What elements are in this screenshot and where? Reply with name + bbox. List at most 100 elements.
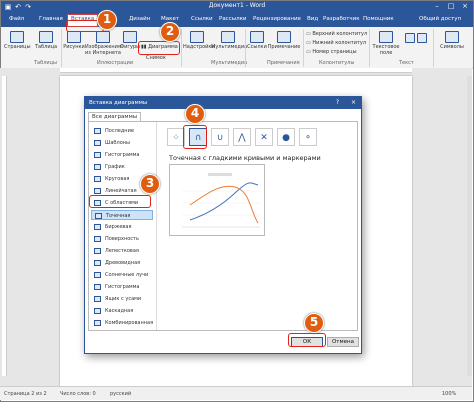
chart-type-label: Линейчатая xyxy=(105,188,137,194)
status-lang: русский xyxy=(110,391,132,397)
tab-all-charts[interactable]: Все диаграммы xyxy=(88,112,142,121)
cancel-button[interactable]: Отмена xyxy=(327,337,359,347)
chart-type-label: Древовидная xyxy=(105,260,141,266)
bubble-3d-icon[interactable]: ⚬ xyxy=(299,128,317,146)
tab-home[interactable]: Главная xyxy=(39,16,63,22)
chart-type-item[interactable]: График xyxy=(91,162,153,172)
chart-type-item[interactable]: Гистограмма xyxy=(91,150,153,160)
preview-svg xyxy=(182,173,260,228)
chart-type-label: Гистограмма xyxy=(105,284,140,290)
step-marker-4: 4 xyxy=(185,104,205,124)
chart-type-label: Каскадная xyxy=(105,308,134,314)
comment-button[interactable]: Примечание xyxy=(267,31,301,50)
group-text: Текст xyxy=(399,60,414,66)
chart-preview xyxy=(169,164,265,236)
tab-view[interactable]: Вид xyxy=(307,16,318,22)
chart-type-item[interactable]: Комбинированная xyxy=(91,318,153,328)
chart-type-item[interactable]: Ящик с усами xyxy=(91,294,153,304)
divider xyxy=(303,29,304,67)
chart-type-item[interactable]: Биржевая xyxy=(91,222,153,232)
chart-type-item[interactable]: Точечная xyxy=(91,210,153,220)
quickparts-icon[interactable] xyxy=(405,33,415,43)
chart-type-icon xyxy=(94,152,101,158)
chart-type-icon xyxy=(94,164,101,170)
omega-icon xyxy=(445,31,459,43)
snapshot-button[interactable]: Снимок xyxy=(146,55,166,61)
chart-type-item[interactable]: Солнечные лучи xyxy=(91,270,153,280)
tab-assistant[interactable]: Помощник xyxy=(363,16,394,22)
pagenum-label: Номер страницы xyxy=(312,49,357,55)
page-number-button[interactable]: ▭ Номер страницы xyxy=(306,49,357,55)
bubble-icon[interactable]: ● xyxy=(277,128,295,146)
chart-type-icon xyxy=(94,284,101,290)
divider xyxy=(181,29,182,67)
status-words: Число слов: 0 xyxy=(60,391,96,397)
share-button[interactable]: Общий доступ xyxy=(419,16,461,22)
tab-developer[interactable]: Разработчик xyxy=(323,16,360,22)
online-pictures-button[interactable]: Изображения из Интернета xyxy=(85,31,121,56)
media-button[interactable]: Мультимедиа xyxy=(211,31,248,50)
chart-type-icon xyxy=(94,260,101,266)
divider xyxy=(433,29,434,67)
chart-type-item[interactable]: Лепестковая xyxy=(91,246,153,256)
chart-type-label: Точечная xyxy=(106,213,131,219)
tab-references[interactable]: Ссылки xyxy=(191,16,213,22)
pages-icon xyxy=(10,31,24,43)
tab-design[interactable]: Дизайн xyxy=(129,16,150,22)
tab-mailings[interactable]: Рассылки xyxy=(219,16,247,22)
chart-type-item[interactable]: Последние xyxy=(91,126,153,136)
chart-type-item[interactable]: Гистограмма xyxy=(91,282,153,292)
minimize-icon[interactable]: – xyxy=(431,2,443,10)
pictures-button[interactable]: Рисунки xyxy=(63,31,85,50)
status-zoom: 100% xyxy=(442,391,457,397)
links-label: Ссылки xyxy=(247,44,267,50)
wordart-icon[interactable] xyxy=(417,33,427,43)
chart-type-icon xyxy=(94,236,101,242)
media-label: Мультимедиа xyxy=(211,44,248,50)
tab-file[interactable]: Файл xyxy=(9,16,24,22)
vertical-scrollbar[interactable] xyxy=(467,76,472,376)
table-button[interactable]: Таблица xyxy=(33,31,59,50)
pages-button[interactable]: Страницы xyxy=(4,31,31,50)
highlight-diagram-button xyxy=(138,41,180,55)
scatter-straight-markers-icon[interactable]: ⋀ xyxy=(233,128,251,146)
chart-type-label: Шаблоны xyxy=(105,140,130,146)
close-icon[interactable]: × xyxy=(459,2,471,10)
chart-type-item[interactable]: Поверхность xyxy=(91,234,153,244)
chart-type-label: Поверхность xyxy=(105,236,139,242)
chart-type-label: Лепестковая xyxy=(105,248,139,254)
divider xyxy=(61,29,62,67)
symbols-button[interactable]: Символы xyxy=(437,31,467,50)
media-icon xyxy=(221,31,235,43)
chart-type-item[interactable]: Древовидная xyxy=(91,258,153,268)
comment-label: Примечание xyxy=(267,44,301,50)
help-icon[interactable]: ? xyxy=(336,99,339,106)
table-label: Таблица xyxy=(34,44,58,50)
scatter-straight-icon[interactable]: ✕ xyxy=(255,128,273,146)
links-button[interactable]: Ссылки xyxy=(247,31,267,50)
chart-type-item[interactable]: Шаблоны xyxy=(91,138,153,148)
chart-type-icon xyxy=(94,176,101,182)
footer-button[interactable]: ▭ Нижний колонтитул xyxy=(306,40,366,46)
dialog-close-icon[interactable]: × xyxy=(351,99,356,106)
tab-review[interactable]: Рецензирование xyxy=(253,16,301,22)
addins-button[interactable]: Надстройки xyxy=(183,31,215,50)
online-picture-icon xyxy=(96,31,110,43)
textbox-button[interactable]: Текстовое поле xyxy=(371,31,401,56)
step-marker-3: 3 xyxy=(140,174,160,194)
status-page: Страница 2 из 2 xyxy=(4,391,47,397)
horizontal-ruler xyxy=(60,68,412,73)
chart-type-label: Круговая xyxy=(105,176,130,182)
chart-type-item[interactable]: Каскадная xyxy=(91,306,153,316)
vertical-ruler xyxy=(2,76,7,376)
chart-type-label: Комбинированная xyxy=(105,320,154,326)
scatter-smooth-icon[interactable]: ∪ xyxy=(211,128,229,146)
snapshot-label: Снимок xyxy=(146,55,166,61)
shapes-icon xyxy=(123,31,137,43)
highlight-scatter-item xyxy=(89,195,151,208)
header-button[interactable]: ▭ Верхний колонтитул xyxy=(306,31,367,37)
step-marker-1: 1 xyxy=(97,10,117,30)
maximize-icon[interactable]: □ xyxy=(445,2,457,10)
textbox-icon xyxy=(379,31,393,43)
pictures-label: Рисунки xyxy=(63,44,85,50)
